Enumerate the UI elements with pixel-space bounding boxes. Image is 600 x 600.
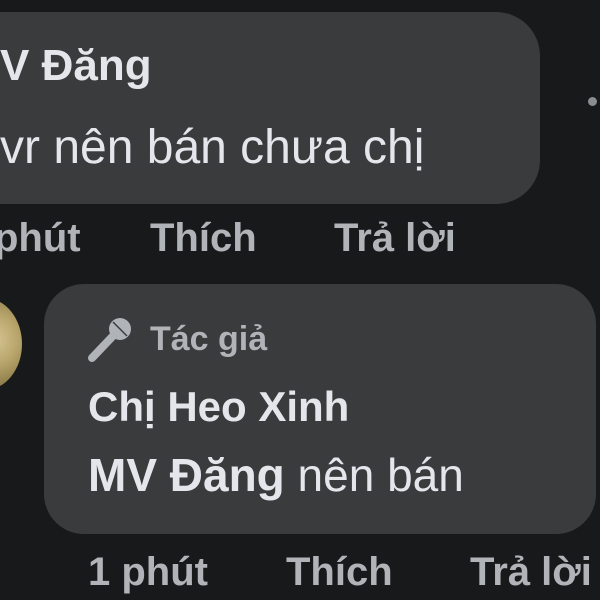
reply-text-body: nên bán [284,449,464,501]
badge-label: Tác giả [150,320,268,358]
reply-actions: 1 phút Thích Trả lời [0,547,600,597]
comment-text: vr nên bán chưa chị [0,121,425,174]
reply-timestamp[interactable]: 1 phút [88,547,208,597]
microphone-icon [88,318,131,362]
like-button[interactable]: Thích [150,213,257,263]
comment-thread: V Đăng vr nên bán chưa chị phút Thích Tr… [0,0,600,600]
reply-author-name[interactable]: Chị Heo Xinh [88,380,349,434]
comment-timestamp[interactable]: phút [0,213,81,263]
avatar[interactable] [0,298,22,390]
mention-link[interactable]: MV Đăng [88,449,285,501]
comment-bubble: V Đăng vr nên bán chưa chị [0,12,540,204]
comment-author-name[interactable]: V Đăng [0,38,152,94]
reply-text: MV Đăng nên bán [88,446,464,504]
reply-button[interactable]: Trả lời [334,213,456,263]
comment-actions: phút Thích Trả lời [0,213,600,263]
more-options-icon[interactable] [588,97,597,106]
like-button[interactable]: Thích [286,547,393,597]
reply-button[interactable]: Trả lời [470,547,592,597]
